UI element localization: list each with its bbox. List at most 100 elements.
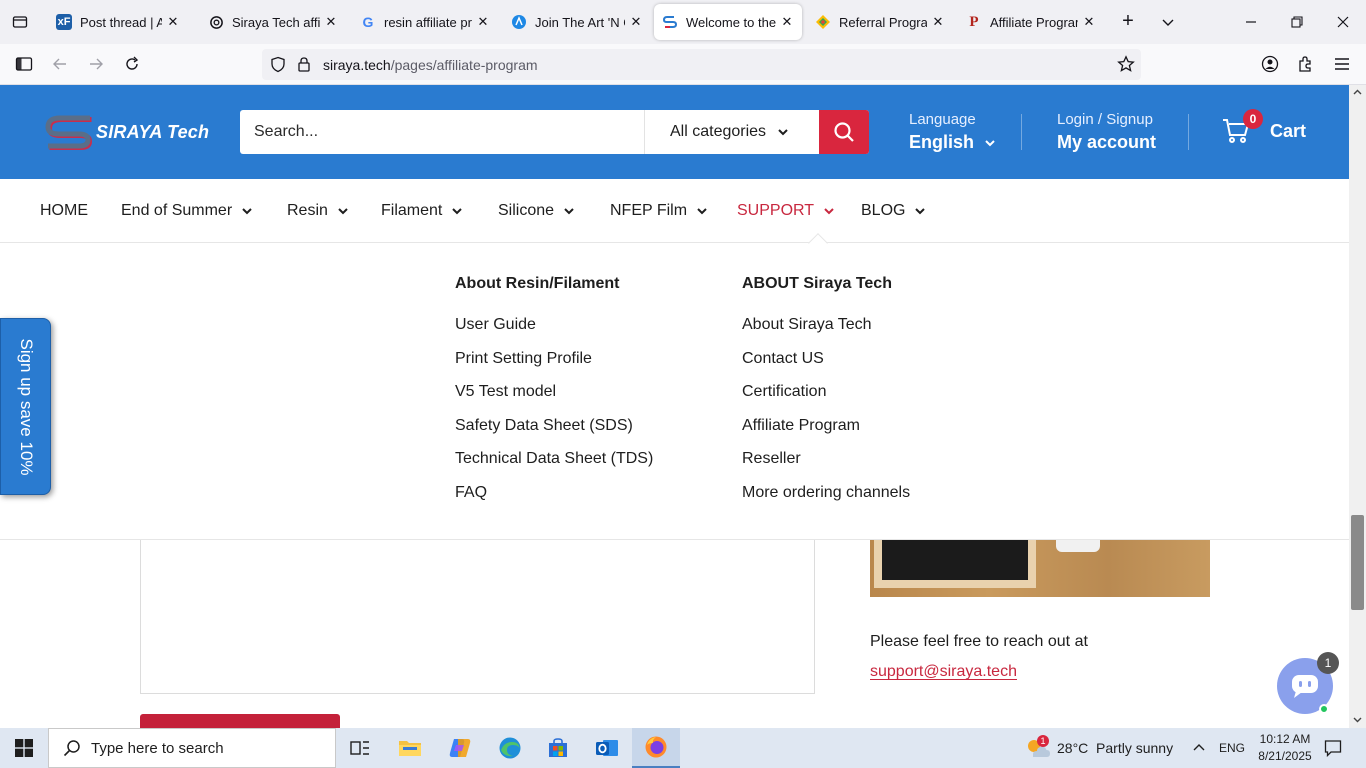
- mega-link-sds[interactable]: Safety Data Sheet (SDS): [455, 416, 653, 450]
- chevron-down-icon: [915, 208, 926, 215]
- mega-link-more-ordering-channels[interactable]: More ordering channels: [742, 483, 910, 517]
- mega-link-affiliate-program[interactable]: Affiliate Program: [742, 416, 910, 450]
- menu-item-nfep-film[interactable]: NFEP Film: [610, 202, 708, 220]
- menu-item-silicone[interactable]: Silicone: [498, 202, 575, 220]
- signup-discount-tab[interactable]: Sign up save 10%: [0, 318, 51, 495]
- close-tab-icon[interactable]: ✕: [1082, 14, 1096, 30]
- url-domain: siraya.tech: [323, 57, 391, 73]
- chat-widget-button[interactable]: 1: [1277, 652, 1339, 714]
- weather-alert-badge: 1: [1037, 735, 1049, 747]
- search-icon: [63, 740, 80, 757]
- edge-browser-icon[interactable]: [486, 728, 534, 768]
- close-window-icon[interactable]: [1320, 0, 1366, 44]
- browser-tab-2[interactable]: Siraya Tech affiliat ✕: [200, 4, 346, 40]
- lock-icon[interactable]: [297, 56, 311, 78]
- language-value: English: [909, 132, 996, 153]
- cart-button[interactable]: 0 Cart: [1222, 109, 1306, 144]
- chevron-down-icon[interactable]: [1156, 10, 1180, 34]
- close-tab-icon[interactable]: ✕: [166, 14, 180, 30]
- browser-tab-3[interactable]: G resin affiliate prog ✕: [352, 4, 498, 40]
- openai-icon: [208, 14, 224, 30]
- scroll-up-icon[interactable]: [1352, 87, 1363, 98]
- brand-icon: [511, 14, 527, 30]
- file-explorer-icon[interactable]: [386, 728, 434, 768]
- close-tab-icon[interactable]: ✕: [476, 14, 490, 30]
- menu-item-home[interactable]: HOME: [40, 202, 88, 220]
- copilot-icon[interactable]: [436, 728, 484, 768]
- mega-link-v5-test-model[interactable]: V5 Test model: [455, 382, 653, 416]
- mega-link-print-setting-profile[interactable]: Print Setting Profile: [455, 349, 653, 383]
- menu-label: Filament: [381, 202, 443, 219]
- firefox-icon[interactable]: [632, 728, 680, 768]
- mega-link-tds[interactable]: Technical Data Sheet (TDS): [455, 449, 653, 483]
- menu-item-blog[interactable]: BLOG: [861, 202, 926, 220]
- back-arrow-icon[interactable]: [48, 52, 72, 76]
- category-select[interactable]: All categories: [670, 123, 766, 141]
- chat-icon: [1292, 675, 1318, 698]
- taskbar-search-box[interactable]: Type here to search: [48, 728, 336, 768]
- logo-text: SIRAYA Tech: [96, 121, 210, 142]
- siraya-icon: [662, 14, 678, 30]
- scrollbar-thumb[interactable]: [1351, 515, 1364, 610]
- mega-column-resin-filament: About Resin/Filament User Guide Print Se…: [455, 275, 653, 516]
- reload-icon[interactable]: [120, 52, 144, 76]
- mega-link-certification[interactable]: Certification: [742, 382, 910, 416]
- search-input[interactable]: [240, 110, 644, 154]
- shield-icon[interactable]: [270, 56, 286, 78]
- new-tab-icon[interactable]: +: [1116, 10, 1140, 34]
- search-button[interactable]: [819, 110, 869, 154]
- extensions-icon[interactable]: [1294, 52, 1318, 76]
- address-bar[interactable]: siraya.tech/pages/affiliate-program: [262, 49, 1141, 80]
- account-link[interactable]: Login / Signup My account: [1057, 111, 1156, 153]
- support-mega-menu: About Resin/Filament User Guide Print Se…: [0, 244, 1349, 540]
- site-logo[interactable]: SIRAYA Tech: [44, 113, 209, 151]
- close-tab-icon[interactable]: ✕: [931, 14, 945, 30]
- close-tab-icon[interactable]: ✕: [780, 14, 794, 30]
- chat-unread-badge: 1: [1317, 652, 1339, 674]
- browser-tab-5[interactable]: Welcome to the S ✕: [654, 4, 802, 40]
- page-scrollbar[interactable]: [1349, 85, 1366, 728]
- menu-item-filament[interactable]: Filament: [381, 202, 463, 220]
- mega-column-heading: ABOUT Siraya Tech: [742, 275, 892, 292]
- menu-item-support[interactable]: SUPPORT: [737, 202, 835, 220]
- menu-item-end-of-summer[interactable]: End of Summer: [121, 202, 253, 220]
- menu-item-resin[interactable]: Resin: [287, 202, 349, 220]
- show-hidden-icons-chevron[interactable]: [1192, 728, 1206, 768]
- close-tab-icon[interactable]: ✕: [324, 14, 338, 30]
- mega-link-contact-us[interactable]: Contact US: [742, 349, 910, 383]
- tab-title: Referral Program: [839, 14, 927, 30]
- support-email-link[interactable]: support@siraya.tech: [870, 663, 1017, 681]
- site-header: SIRAYA Tech All categories Language Engl…: [0, 85, 1349, 179]
- notifications-icon[interactable]: [1324, 728, 1342, 768]
- header-divider: [1021, 114, 1022, 150]
- microsoft-store-icon[interactable]: [534, 728, 582, 768]
- browser-tab-7[interactable]: P Affiliate Program ✕: [958, 4, 1104, 40]
- browser-tab-1[interactable]: xF Post thread | Affili ✕: [48, 4, 188, 40]
- account-icon[interactable]: [1258, 52, 1282, 76]
- mega-link-user-guide[interactable]: User Guide: [455, 315, 653, 349]
- weather-widget[interactable]: 1 28°C Partly sunny: [1025, 728, 1173, 768]
- search-icon: [834, 122, 854, 142]
- mega-link-faq[interactable]: FAQ: [455, 483, 653, 517]
- browser-tab-6[interactable]: Referral Program ✕: [807, 4, 953, 40]
- forward-arrow-icon[interactable]: [84, 52, 108, 76]
- clock-date: 8/21/2025: [1258, 749, 1312, 763]
- chevron-down-icon[interactable]: [777, 125, 789, 143]
- taskbar-clock[interactable]: 10:12 AM 8/21/2025: [1254, 731, 1316, 765]
- browser-tab-4[interactable]: Join The Art 'N Gl ✕: [503, 4, 651, 40]
- mega-link-about-siraya-tech[interactable]: About Siraya Tech: [742, 315, 910, 349]
- input-language-indicator[interactable]: ENG: [1219, 728, 1245, 768]
- language-selector[interactable]: Language English: [909, 111, 996, 153]
- restore-icon[interactable]: [1274, 0, 1320, 44]
- windows-start-button[interactable]: [0, 728, 48, 768]
- hamburger-menu-icon[interactable]: [1330, 52, 1354, 76]
- outlook-icon[interactable]: [583, 728, 631, 768]
- minimize-icon[interactable]: [1228, 0, 1274, 44]
- mega-link-reseller[interactable]: Reseller: [742, 449, 910, 483]
- task-view-icon[interactable]: [336, 728, 384, 768]
- bookmark-star-icon[interactable]: [1117, 55, 1135, 78]
- scroll-down-icon[interactable]: [1352, 714, 1363, 725]
- close-tab-icon[interactable]: ✕: [629, 14, 643, 30]
- tab-list-icon[interactable]: [8, 10, 32, 34]
- sidebar-icon[interactable]: [12, 52, 36, 76]
